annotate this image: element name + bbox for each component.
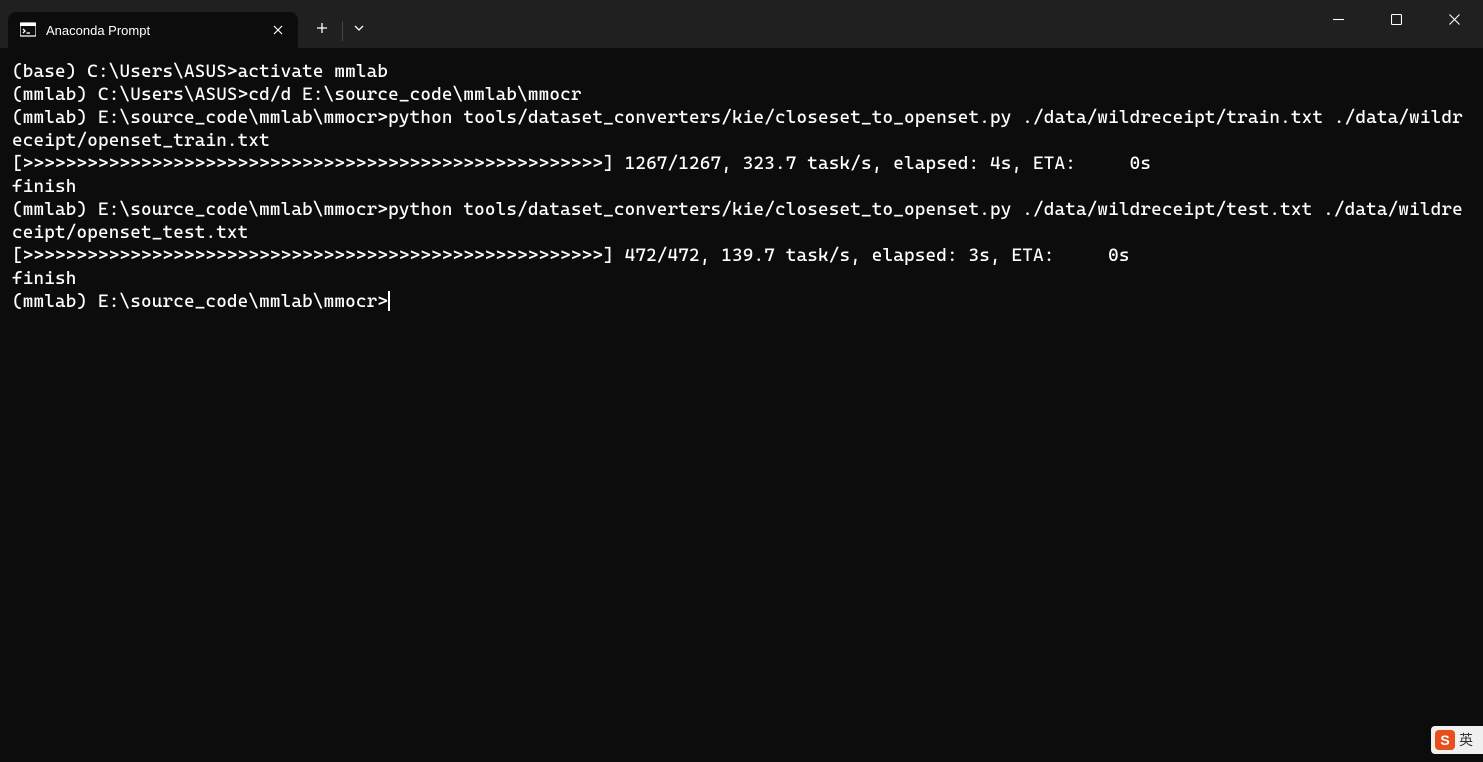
terminal-output: finish: [12, 267, 1471, 290]
tab-divider: [342, 21, 343, 41]
terminal-output: finish: [12, 175, 1471, 198]
ime-sogou-icon: S: [1435, 730, 1455, 750]
terminal-prompt-line: (mmlab) E:\source_code\mmlab\mmocr>: [12, 290, 1471, 313]
maximize-button[interactable]: [1367, 0, 1425, 38]
cursor-icon: [388, 291, 390, 311]
tab-title: Anaconda Prompt: [46, 23, 268, 38]
terminal-output: (mmlab) E:\source_code\mmlab\mmocr>pytho…: [12, 106, 1471, 152]
terminal-tab-icon: [20, 22, 36, 38]
terminal-output: (mmlab) E:\source_code\mmlab\mmocr>pytho…: [12, 198, 1471, 244]
terminal-output: (mmlab) C:\Users\ASUS>cd/d E:\source_cod…: [12, 83, 1471, 106]
close-window-button[interactable]: [1425, 0, 1483, 38]
terminal-area[interactable]: (base) C:\Users\ASUS>activate mmlab(mmla…: [0, 48, 1483, 762]
tab-dropdown-button[interactable]: [345, 12, 373, 44]
minimize-button[interactable]: [1309, 0, 1367, 38]
tab-anaconda-prompt[interactable]: Anaconda Prompt: [8, 12, 298, 48]
terminal-prompt: (mmlab) E:\source_code\mmlab\mmocr>: [12, 291, 388, 312]
terminal-output: [>>>>>>>>>>>>>>>>>>>>>>>>>>>>>>>>>>>>>>>…: [12, 152, 1471, 175]
window-controls: [1309, 0, 1483, 38]
terminal-output: (base) C:\Users\ASUS>activate mmlab: [12, 60, 1471, 83]
tab-close-button[interactable]: [268, 20, 288, 40]
ime-language-label: 英: [1459, 730, 1473, 750]
ime-indicator[interactable]: S 英: [1431, 726, 1483, 754]
terminal-output: [>>>>>>>>>>>>>>>>>>>>>>>>>>>>>>>>>>>>>>>…: [12, 244, 1471, 267]
titlebar: Anaconda Prompt: [0, 0, 1483, 48]
new-tab-button[interactable]: [306, 12, 338, 44]
